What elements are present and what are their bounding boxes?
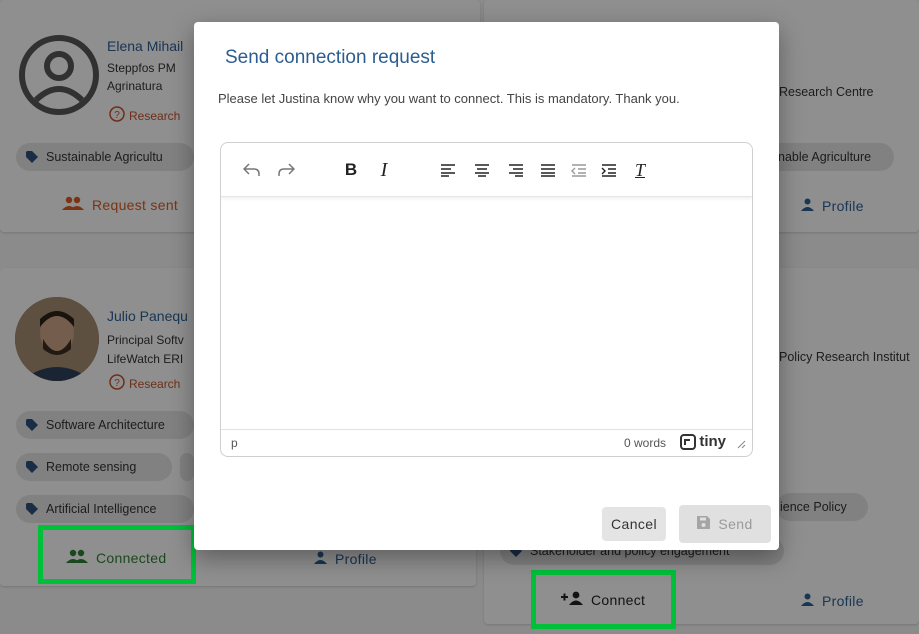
dialog-message: Please let Justina know why you want to … xyxy=(218,91,680,106)
send-label: Send xyxy=(718,516,753,532)
word-count[interactable]: 0 words xyxy=(624,436,666,450)
align-justify-icon[interactable] xyxy=(535,157,561,183)
italic-icon[interactable]: I xyxy=(371,157,397,183)
save-icon xyxy=(697,516,711,532)
element-path[interactable]: p xyxy=(231,436,238,450)
connection-request-dialog: Send connection request Please let Justi… xyxy=(194,22,779,550)
indent-icon[interactable] xyxy=(596,157,622,183)
align-center-icon[interactable] xyxy=(469,157,495,183)
editor-statusbar: p 0 words tiny xyxy=(221,429,752,456)
undo-icon[interactable] xyxy=(239,157,265,183)
dialog-title: Send connection request xyxy=(225,47,436,68)
clear-formatting-icon[interactable]: T xyxy=(627,157,653,183)
tiny-brand-label: tiny xyxy=(699,433,726,450)
redo-icon[interactable] xyxy=(273,157,299,183)
outdent-icon[interactable] xyxy=(566,157,592,183)
editor-toolbar: B I T xyxy=(221,143,752,197)
highlight-box xyxy=(531,570,676,629)
tiny-logo[interactable]: tiny xyxy=(680,433,726,450)
highlight-box xyxy=(38,525,196,584)
resize-handle-icon[interactable] xyxy=(737,438,746,452)
editor-text-area[interactable] xyxy=(221,198,752,430)
bold-icon[interactable]: B xyxy=(338,157,364,183)
rich-text-editor: B I T p 0 words tiny xyxy=(220,142,753,457)
cancel-button[interactable]: Cancel xyxy=(602,507,666,541)
align-right-icon[interactable] xyxy=(503,157,529,183)
align-left-icon[interactable] xyxy=(435,157,461,183)
send-button[interactable]: Send xyxy=(679,505,771,543)
